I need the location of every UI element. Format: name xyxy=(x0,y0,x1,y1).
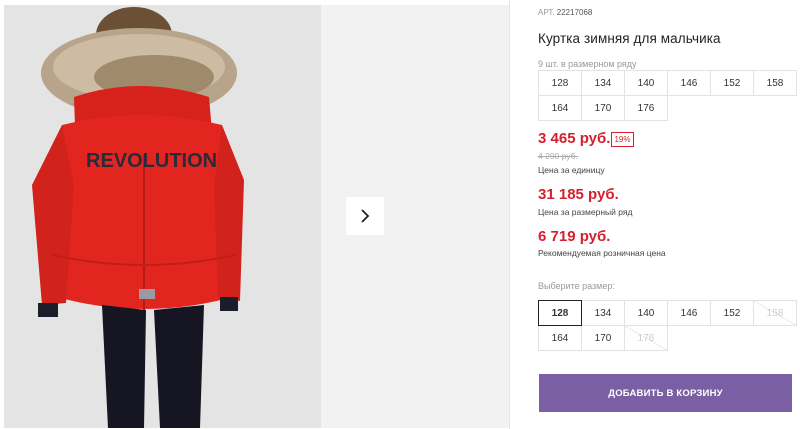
jacket-image: REVOLUTION xyxy=(4,5,321,428)
product-title: Куртка зимняя для мальчика xyxy=(538,31,721,46)
article: АРТ. 22217068 xyxy=(538,8,592,17)
select-size-label: Выберите размер: xyxy=(538,281,615,291)
size-row-cell: 158 xyxy=(753,70,797,96)
article-label: АРТ. xyxy=(538,8,555,17)
row-price: 31 185 руб. xyxy=(538,186,619,203)
size-option-140[interactable]: 140 xyxy=(624,300,668,326)
size-option-170[interactable]: 170 xyxy=(581,325,625,351)
size-option-164[interactable]: 164 xyxy=(538,325,582,351)
size-option-176: 176 xyxy=(624,325,668,351)
unit-price: 3 465 руб. xyxy=(538,130,611,147)
size-row-cell: 140 xyxy=(624,70,668,96)
retail-price: 6 719 руб. xyxy=(538,228,611,245)
row-price-label: Цена за размерный ряд xyxy=(538,207,633,217)
jacket-print: REVOLUTION xyxy=(86,150,217,172)
size-row-cell: 146 xyxy=(667,70,711,96)
size-row-cell: 164 xyxy=(538,95,582,121)
old-price: 4 290 руб. xyxy=(538,151,578,161)
product-photo[interactable]: REVOLUTION xyxy=(4,5,321,428)
size-option-152[interactable]: 152 xyxy=(710,300,754,326)
unit-price-label: Цена за единицу xyxy=(538,165,605,175)
size-selector: 128 134 140 146 152 158 164 170 176 xyxy=(538,300,797,351)
chevron-right-icon xyxy=(361,209,370,223)
size-row-cell: 176 xyxy=(624,95,668,121)
retail-price-label: Рекомендуемая розничная цена xyxy=(538,248,666,258)
size-option-128[interactable]: 128 xyxy=(538,300,582,326)
size-option-158: 158 xyxy=(753,300,797,326)
product-gallery: REVOLUTION xyxy=(0,0,510,429)
size-row-cell: 134 xyxy=(581,70,625,96)
next-photo-button[interactable] xyxy=(346,197,384,235)
size-row-cell: 152 xyxy=(710,70,754,96)
article-number: 22217068 xyxy=(556,8,593,17)
size-row-cell: 128 xyxy=(538,70,582,96)
row-count: 9 шт. в размерном ряду xyxy=(538,59,637,69)
size-row-cell: 170 xyxy=(581,95,625,121)
size-option-134[interactable]: 134 xyxy=(581,300,625,326)
size-option-146[interactable]: 146 xyxy=(667,300,711,326)
add-to-cart-button[interactable]: ДОБАВИТЬ В КОРЗИНУ xyxy=(539,374,792,412)
size-row-grid: 128 134 140 146 152 158 164 170 176 xyxy=(538,70,797,121)
discount-badge: 19% xyxy=(611,132,634,147)
